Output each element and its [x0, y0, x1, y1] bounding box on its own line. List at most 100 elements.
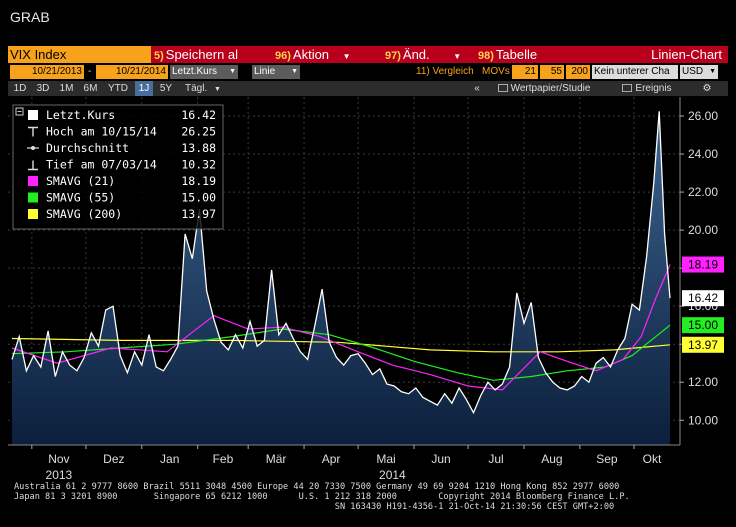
- table-button[interactable]: 98) Tabelle: [478, 46, 573, 63]
- period-tab-bar: 1D 3D 1M 6M YTD 1J 5Y Tägl. ▼ « Wertpapi…: [8, 81, 728, 96]
- x-tick-label: Jun: [431, 452, 450, 466]
- lower-chart-selector[interactable]: Kein unterer Cha: [592, 65, 678, 79]
- field-selector-label: Letzt.Kurs: [172, 66, 218, 77]
- currency-dropdown-icon: ▼: [709, 68, 716, 75]
- security-study-button[interactable]: Wertpapier/Studie: [488, 81, 600, 96]
- command-bar: VIX Index 5) Speichern al 96) Aktion ▼ 97)…: [8, 46, 728, 63]
- last-value-text: 13.97: [688, 338, 718, 352]
- x-tick-label: Jul: [488, 452, 503, 466]
- table-num: 98): [478, 50, 494, 62]
- legend-label: SMAVG (21): [46, 174, 115, 188]
- last-value-text: 16.42: [688, 291, 718, 305]
- last-value-text: 15.00: [688, 318, 718, 332]
- legend-swatch: [28, 110, 38, 120]
- legend-swatch: [28, 176, 38, 186]
- tab-1d[interactable]: 1D: [10, 81, 30, 96]
- edit-num: 97): [385, 50, 401, 62]
- legend-value: 10.32: [181, 158, 216, 172]
- security-study-label: Wertpapier/Studie: [510, 83, 591, 94]
- tab-1j[interactable]: 1J: [135, 81, 153, 96]
- tab-5y[interactable]: 5Y: [156, 81, 176, 96]
- field-dropdown-icon: ▼: [229, 68, 236, 75]
- currency-label: USD: [682, 66, 704, 77]
- frequency-selector[interactable]: Tägl. ▼: [180, 81, 226, 96]
- legend-label: SMAVG (200): [46, 207, 122, 221]
- style-selector-label: Linie: [254, 66, 276, 77]
- x-tick-label: Feb: [213, 452, 234, 466]
- y-tick-label: 22.00: [688, 185, 718, 199]
- currency-selector[interactable]: USD ▼: [680, 65, 718, 79]
- legend-row: Tief am 07/03/14 10.32: [28, 158, 216, 172]
- frequency-label: Tägl.: [185, 83, 208, 94]
- movs-label: MOVs: [482, 66, 510, 77]
- legend-label: Durchschnitt: [46, 141, 129, 155]
- footer: Australia 61 2 9777 8600 Brazil 5511 304…: [14, 482, 630, 512]
- x-tick-label: Mär: [266, 452, 287, 466]
- footer-line-3: SN 163430 H191-4356-1 21-Oct-14 21:30:56…: [14, 502, 615, 512]
- x-tick-label: Jan: [160, 452, 179, 466]
- legend-value: 18.19: [181, 174, 216, 188]
- events-icon: [622, 84, 633, 93]
- y-tick-label: 10.00: [688, 413, 718, 427]
- edit-menu[interactable]: 97) Änd. ▼: [385, 46, 470, 63]
- tab-6m[interactable]: 6M: [80, 81, 101, 96]
- x-tick-label: Apr: [322, 452, 341, 466]
- date-dash: -: [88, 66, 92, 77]
- window-title: GRAB: [10, 9, 50, 25]
- legend-value: 15.00: [181, 191, 216, 205]
- legend-swatch: [28, 192, 38, 203]
- save-as-label: Speichern al: [165, 47, 239, 62]
- action-label: Aktion: [292, 47, 330, 62]
- save-as-num: 5): [154, 50, 164, 62]
- mov3-field[interactable]: 200: [566, 65, 590, 79]
- average-marker-dot: [31, 146, 35, 150]
- legend-label: Hoch am 10/15/14: [46, 125, 157, 139]
- end-date-field[interactable]: 10/21/2014: [96, 65, 168, 79]
- mov2-field[interactable]: 55: [540, 65, 564, 79]
- action-menu[interactable]: 96) Aktion ▼: [275, 46, 375, 63]
- legend-label: SMAVG (55): [46, 191, 115, 205]
- events-button[interactable]: Ereignis: [606, 81, 688, 96]
- tab-1m[interactable]: 1M: [56, 81, 77, 96]
- start-date-field[interactable]: 10/21/2013: [10, 65, 84, 79]
- field-selector[interactable]: Letzt.Kurs ▼: [170, 65, 238, 79]
- edit-dropdown-icon: ▼: [453, 52, 462, 61]
- collapse-icon[interactable]: «: [470, 81, 484, 96]
- legend-label: Tief am 07/03/14: [46, 158, 157, 172]
- x-tick-label: Nov: [48, 452, 69, 466]
- last-value-label: 16.42: [682, 290, 724, 307]
- legend-swatch: [28, 209, 38, 219]
- gear-icon[interactable]: ⚙: [698, 81, 716, 96]
- y-tick-label: 12.00: [688, 375, 718, 389]
- legend-value: 26.25: [181, 125, 216, 139]
- mov1-field[interactable]: 21: [512, 65, 538, 79]
- last-value-labels: 18.19 16.42 15.00 13.97: [682, 256, 724, 353]
- y-tick-label: 26.00: [688, 109, 718, 123]
- action-num: 96): [275, 50, 291, 62]
- legend[interactable]: Letzt.Kurs 16.42 Hoch am 10/15/14 26.25 Durc…: [12, 104, 224, 230]
- chart-kind-label[interactable]: Linien-Chart: [651, 46, 722, 63]
- security-field[interactable]: VIX Index: [8, 46, 151, 63]
- legend-row: SMAVG (200) 13.97: [28, 207, 216, 221]
- legend-value: 16.42: [181, 108, 216, 122]
- x-tick-label: Mai: [376, 452, 395, 466]
- x-year-label: 2013: [46, 468, 73, 481]
- compare-label: 11) Vergleich: [416, 66, 474, 77]
- last-value-text: 18.19: [688, 258, 718, 272]
- compare-button[interactable]: 11) Vergleich: [414, 65, 480, 79]
- x-tick-label: Dez: [103, 452, 124, 466]
- tab-3d[interactable]: 3D: [33, 81, 53, 96]
- x-tick-label: Okt: [643, 452, 662, 466]
- action-dropdown-icon: ▼: [342, 52, 351, 61]
- tab-ytd[interactable]: YTD: [104, 81, 132, 96]
- legend-label: Letzt.Kurs: [46, 108, 115, 122]
- param-bar: 10/21/2013 - 10/21/2014 Letzt.Kurs ▼ Lin…: [8, 64, 728, 80]
- legend-row: Hoch am 10/15/14 26.25: [28, 125, 216, 139]
- save-as-button[interactable]: 5) Speichern al: [151, 46, 262, 63]
- price-chart[interactable]: 10.0012.0014.0016.0018.0020.0022.0024.00…: [8, 97, 728, 481]
- style-selector[interactable]: Linie ▼: [252, 65, 300, 79]
- frequency-dropdown-icon: ▼: [214, 86, 221, 93]
- last-value-label: 15.00: [682, 317, 724, 334]
- last-value-label: 18.19: [682, 256, 724, 273]
- legend-value: 13.88: [181, 141, 216, 155]
